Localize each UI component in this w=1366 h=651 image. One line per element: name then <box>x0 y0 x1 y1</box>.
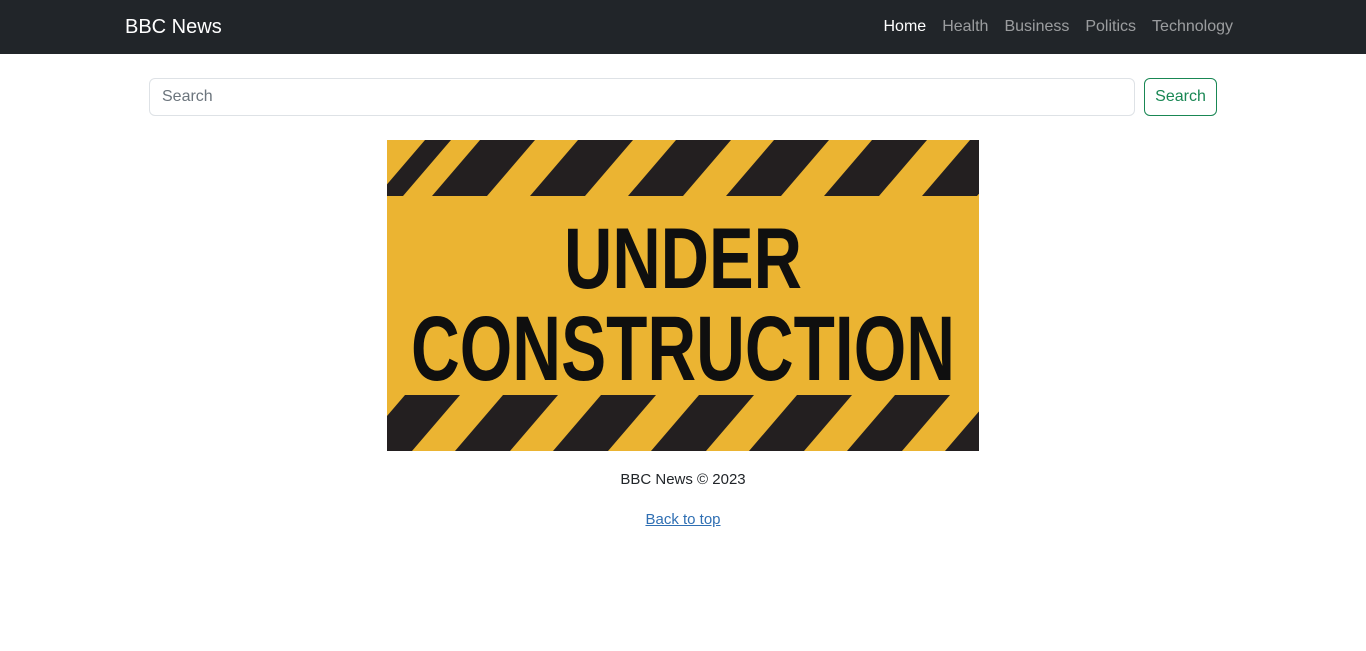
search-input[interactable] <box>149 78 1135 116</box>
nav-links: Home Health Business Politics Technology <box>884 16 1234 38</box>
under-construction-banner: UNDER CONSTRUCTION <box>387 140 979 451</box>
footer-copyright: BBC News © 2023 <box>620 471 746 488</box>
nav-link-politics[interactable]: Politics <box>1085 16 1136 38</box>
top-navbar: BBC News Home Health Business Politics T… <box>0 0 1366 54</box>
back-to-top-link[interactable]: Back to top <box>645 511 720 528</box>
banner-line-2: CONSTRUCTION <box>411 298 955 400</box>
banner-line-1: UNDER <box>564 211 802 307</box>
back-to-top-container: Back to top <box>0 510 1366 530</box>
nav-link-home[interactable]: Home <box>884 16 927 38</box>
search-button[interactable]: Search <box>1144 78 1217 116</box>
nav-link-health[interactable]: Health <box>942 16 988 38</box>
nav-link-business[interactable]: Business <box>1004 16 1069 38</box>
brand-link[interactable]: BBC News <box>125 14 222 40</box>
nav-link-technology[interactable]: Technology <box>1152 16 1233 38</box>
